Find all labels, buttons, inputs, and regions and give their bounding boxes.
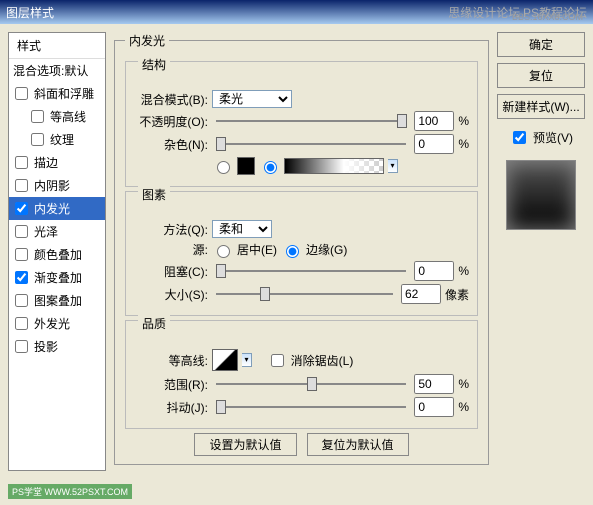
style-item-5[interactable]: 内发光 [9,197,105,220]
style-item-8[interactable]: 渐变叠加 [9,266,105,289]
choke-input[interactable] [414,261,454,281]
style-checkbox[interactable] [15,225,28,238]
opacity-label: 不透明度(O): [134,113,208,130]
style-checkbox[interactable] [15,156,28,169]
new-style-button[interactable]: 新建样式(W)... [497,94,585,119]
style-checkbox[interactable] [15,340,28,353]
style-label: 颜色叠加 [34,246,82,263]
style-label: 斜面和浮雕 [34,85,94,102]
range-slider[interactable] [212,375,410,393]
style-item-6[interactable]: 光泽 [9,220,105,243]
jitter-input[interactable] [414,397,454,417]
style-checkbox[interactable] [15,317,28,330]
gradient-dropdown-icon[interactable]: ▾ [388,159,398,173]
panel-title: 内发光 [125,32,169,49]
style-label: 渐变叠加 [34,269,82,286]
anti-alias-checkbox[interactable] [271,354,284,367]
style-label: 描边 [34,154,58,171]
blend-mode-select[interactable]: 柔光 [212,90,292,108]
jitter-slider[interactable] [212,398,410,416]
watermark-bottom: PS学堂 WWW.52PSXT.COM [8,484,132,499]
style-label: 投影 [34,338,58,355]
style-item-7[interactable]: 颜色叠加 [9,243,105,266]
source-center-radio[interactable] [217,245,230,258]
range-label: 范围(R): [134,376,208,393]
style-item-4[interactable]: 内阴影 [9,174,105,197]
watermark-url: BBS.16XX8.COM [512,12,583,22]
style-item-11[interactable]: 投影 [9,335,105,358]
technique-select[interactable]: 柔和 [212,220,272,238]
style-checkbox[interactable] [15,294,28,307]
blend-mode-label: 混合模式(B): [134,91,208,108]
styles-header[interactable]: 样式 [9,33,105,59]
color-radio[interactable] [217,161,230,174]
style-checkbox[interactable] [31,110,44,123]
style-checkbox[interactable] [31,133,44,146]
noise-input[interactable] [414,134,454,154]
styles-list: 样式 混合选项:默认 斜面和浮雕等高线纹理描边内阴影内发光光泽颜色叠加渐变叠加图… [8,32,106,471]
contour-dropdown-icon[interactable]: ▾ [242,353,252,367]
range-input[interactable] [414,374,454,394]
style-checkbox[interactable] [15,202,28,215]
style-item-0[interactable]: 斜面和浮雕 [9,82,105,105]
side-panel: 确定 复位 新建样式(W)... 预览(V) [497,32,585,471]
quality-group: 品质 等高线: ▾ 消除锯齿(L) 范围(R): % 抖动(J): % [125,320,478,429]
window-title: 图层样式 [6,4,54,21]
style-checkbox[interactable] [15,248,28,261]
style-label: 内阴影 [34,177,70,194]
preview-checkbox[interactable] [513,131,526,144]
style-item-10[interactable]: 外发光 [9,312,105,335]
opacity-slider[interactable] [212,112,410,130]
gradient-picker[interactable] [284,158,384,174]
style-label: 图案叠加 [34,292,82,309]
style-label: 外发光 [34,315,70,332]
source-label: 源: [134,241,208,258]
contour-label: 等高线: [134,352,208,369]
style-label: 等高线 [50,108,86,125]
size-slider[interactable] [212,285,397,303]
size-label: 大小(S): [134,286,208,303]
style-label: 纹理 [50,131,74,148]
gradient-radio[interactable] [264,161,277,174]
make-default-button[interactable]: 设置为默认值 [194,433,296,456]
style-label: 光泽 [34,223,58,240]
contour-picker[interactable] [212,349,238,371]
style-checkbox[interactable] [15,87,28,100]
choke-label: 阻塞(C): [134,263,208,280]
color-swatch[interactable] [237,157,255,175]
style-item-1[interactable]: 等高线 [9,105,105,128]
jitter-label: 抖动(J): [134,399,208,416]
style-checkbox[interactable] [15,179,28,192]
inner-glow-panel: 内发光 结构 混合模式(B): 柔光 不透明度(O): % 杂色(N): [114,32,489,465]
style-item-2[interactable]: 纹理 [9,128,105,151]
ok-button[interactable]: 确定 [497,32,585,57]
technique-label: 方法(Q): [134,221,208,238]
size-input[interactable] [401,284,441,304]
elements-group: 图素 方法(Q): 柔和 源: 居中(E) 边缘(G) 阻塞(C): % [125,191,478,316]
cancel-button[interactable]: 复位 [497,63,585,88]
reset-default-button[interactable]: 复位为默认值 [307,433,409,456]
style-label: 内发光 [34,200,70,217]
noise-slider[interactable] [212,135,410,153]
titlebar: 图层样式 思缘设计论坛 PS教程论坛 [0,0,593,24]
style-item-3[interactable]: 描边 [9,151,105,174]
source-edge-radio[interactable] [286,245,299,258]
opacity-input[interactable] [414,111,454,131]
noise-label: 杂色(N): [134,136,208,153]
style-item-9[interactable]: 图案叠加 [9,289,105,312]
structure-group: 结构 混合模式(B): 柔光 不透明度(O): % 杂色(N): % [125,61,478,187]
blend-options[interactable]: 混合选项:默认 [9,59,105,82]
style-checkbox[interactable] [15,271,28,284]
choke-slider[interactable] [212,262,410,280]
preview-thumbnail [506,160,576,230]
